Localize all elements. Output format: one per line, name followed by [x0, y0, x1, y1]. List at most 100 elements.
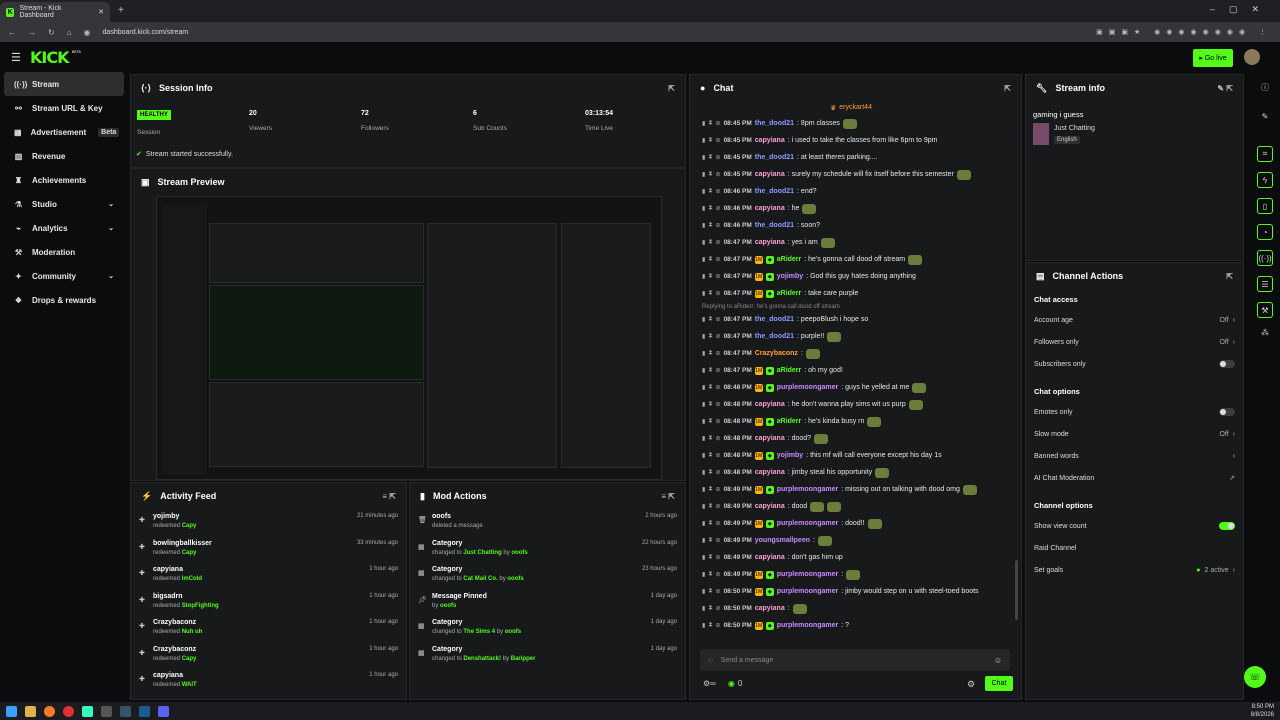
- mod-action-item[interactable]: ▦ Category changed to The Sims 4 by ooofs 1…: [410, 615, 685, 642]
- chat-message[interactable]: ▮ ⧗ ⊘ 08:46 PM the_dood21: soon?: [690, 217, 1015, 234]
- chat-message[interactable]: ▮ ⧗ ⊘ 08:49 PM 1M ◆ purplemoongamer:: [690, 566, 1015, 583]
- chat-message[interactable]: ▮ ⧗ ⊘ 08:47 PM the_dood21: peepoBlush i hope…: [690, 311, 1015, 328]
- sidebar-item-revenue[interactable]: ▥ Revenue: [4, 144, 124, 168]
- ban-icon[interactable]: ⊘: [716, 222, 721, 229]
- kick-logo[interactable]: KICK: [30, 48, 69, 67]
- discord-icon[interactable]: [158, 705, 169, 717]
- ban-icon[interactable]: ⊘: [716, 256, 721, 263]
- send-chat-button[interactable]: Chat: [985, 676, 1013, 691]
- chat-username[interactable]: the_dood21: [755, 188, 794, 195]
- timeout-icon[interactable]: ⧗: [708, 333, 712, 340]
- setting-subscribers-only[interactable]: Subscribers only: [1026, 353, 1243, 375]
- stream-category[interactable]: Just Chatting: [1054, 125, 1095, 132]
- ban-icon[interactable]: ⊘: [716, 435, 721, 442]
- timeout-icon[interactable]: ⧗: [708, 350, 712, 357]
- browser-tab[interactable]: K Stream - Kick Dashboard ✕: [0, 2, 110, 22]
- ban-icon[interactable]: ⊘: [716, 290, 721, 297]
- chat-message[interactable]: ▮ ⧗ ⊘ 08:49 PM capyiana: dood: [690, 498, 1015, 515]
- chevron-down-icon[interactable]: ⌄: [108, 272, 114, 280]
- ban-icon[interactable]: ⊘: [716, 316, 721, 323]
- chat-message[interactable]: ▮ ⧗ ⊘ 08:49 PM capyiana: don't gas him up: [690, 549, 1015, 566]
- chat-username[interactable]: aRiderr: [777, 367, 802, 374]
- ban-icon[interactable]: ⊘: [716, 384, 721, 391]
- ban-icon[interactable]: ⊘: [716, 239, 721, 246]
- setting-banned-words[interactable]: Banned words ›: [1026, 445, 1243, 467]
- chat-username[interactable]: purplemoongamer: [777, 571, 838, 578]
- go-live-button[interactable]: ▸ Go live: [1193, 49, 1233, 67]
- mod-action-item[interactable]: ▦ Category changed to Cat Mail Co. by ooof…: [410, 562, 685, 589]
- sidebar-item-stream-url-key[interactable]: ⚯ Stream URL & Key: [4, 96, 124, 120]
- chat-username[interactable]: capyiana: [755, 469, 785, 476]
- timeout-icon[interactable]: ⧗: [708, 290, 712, 297]
- chat-message[interactable]: ▮ ⧗ ⊘ 08:48 PM capyiana: he don't wanna play…: [690, 396, 1015, 413]
- pin-message-icon[interactable]: ▮: [702, 273, 705, 280]
- ban-icon[interactable]: ⊘: [716, 171, 721, 178]
- chat-message[interactable]: ▮ ⧗ ⊘ 08:48 PM 1M ◆ aRiderr: he's kinda busy r…: [690, 413, 1015, 430]
- chat-username[interactable]: capyiana: [755, 401, 785, 408]
- sidebar-item-studio[interactable]: ⚗ Studio ⌄: [4, 192, 124, 216]
- popout-icon[interactable]: ⇱: [1004, 84, 1011, 93]
- chat-username[interactable]: the_dood21: [755, 333, 794, 340]
- toggle-switch[interactable]: [1219, 522, 1235, 530]
- pin-message-icon[interactable]: ▮: [702, 367, 705, 374]
- chat-message[interactable]: ▮ ⧗ ⊘ 08:49 PM youngsmallpeen:: [690, 532, 1015, 549]
- timeout-icon[interactable]: ⧗: [708, 622, 712, 629]
- sidebar-item-achievements[interactable]: ♜ Achievements: [4, 168, 124, 192]
- chat-username[interactable]: capyiana: [755, 554, 785, 561]
- pin-message-icon[interactable]: ▮: [702, 120, 705, 127]
- pin-message-icon[interactable]: ▮: [702, 537, 705, 544]
- activity-item[interactable]: ✚ bowlingballkisser redeemed Capy 33 minute…: [131, 536, 406, 563]
- close-tab-icon[interactable]: ✕: [98, 8, 104, 16]
- sidebar-item-advertisement[interactable]: ▦ Advertisement Beta: [4, 120, 124, 144]
- pin-message-icon[interactable]: ▮: [702, 239, 705, 246]
- pin-message-icon[interactable]: ▮: [702, 435, 705, 442]
- chat-message[interactable]: ▮ ⧗ ⊘ 08:47 PM capyiana: yes i am: [690, 234, 1015, 251]
- setting-raid-channel[interactable]: Raid Channel: [1026, 537, 1243, 559]
- chat-message[interactable]: ▮ ⧗ ⊘ 08:47 PM Crazybaconz:: [690, 345, 1015, 362]
- chat-username[interactable]: capyiana: [755, 205, 785, 212]
- filter-icon[interactable]: ≡ ⇱: [382, 492, 396, 501]
- url-field[interactable]: dashboard.kick.com/stream: [103, 29, 189, 36]
- pin-message-icon[interactable]: ▮: [702, 316, 705, 323]
- timeout-icon[interactable]: ⧗: [708, 571, 712, 578]
- setting-account-age[interactable]: Account age Off ›: [1026, 309, 1243, 331]
- pin-message-icon[interactable]: ▮: [702, 154, 705, 161]
- chat-username[interactable]: purplemoongamer: [777, 588, 838, 595]
- pin-message-icon[interactable]: ▮: [702, 171, 705, 178]
- ban-icon[interactable]: ⊘: [716, 622, 721, 629]
- chat-username[interactable]: purplemoongamer: [777, 622, 838, 629]
- info-icon[interactable]: ⓘ: [1250, 82, 1280, 96]
- chat-message[interactable]: ▮ ⧗ ⊘ 08:45 PM the_dood21: at least theres p…: [690, 149, 1015, 166]
- sidebar-item-stream[interactable]: ((·)) Stream: [4, 72, 124, 96]
- chat-message[interactable]: ▮ ⧗ ⊘ 08:49 PM 1M ◆ purplemoongamer: dood!!: [690, 515, 1015, 532]
- chat-username[interactable]: aRiderr: [777, 290, 802, 297]
- ban-icon[interactable]: ⊘: [716, 469, 721, 476]
- setting-slow-mode[interactable]: Slow mode Off ›: [1026, 423, 1243, 445]
- timeout-icon[interactable]: ⧗: [708, 520, 712, 527]
- chat-message[interactable]: ▮ ⧗ ⊘ 08:50 PM capyiana:: [690, 600, 1015, 617]
- ban-icon[interactable]: ⊘: [716, 418, 721, 425]
- timeout-icon[interactable]: ⧗: [708, 554, 712, 561]
- pin-message-icon[interactable]: ▮: [702, 188, 705, 195]
- chat-username[interactable]: the_dood21: [755, 120, 794, 127]
- ban-icon[interactable]: ⊘: [716, 571, 721, 578]
- timeout-icon[interactable]: ⧗: [708, 120, 712, 127]
- chat-username[interactable]: capyiana: [755, 171, 785, 178]
- pin-message-icon[interactable]: ▮: [702, 333, 705, 340]
- chevron-down-icon[interactable]: ⌄: [108, 200, 114, 208]
- rail-lightning-icon[interactable]: ϟ: [1257, 172, 1273, 188]
- popout-icon[interactable]: ⇱: [668, 84, 675, 93]
- pin-message-icon[interactable]: ▮: [702, 256, 705, 263]
- chat-message[interactable]: ▮ ⧗ ⊘ 08:50 PM 1M ◆ purplemoongamer: ?: [690, 617, 1015, 634]
- sidebar-item-moderation[interactable]: ⚒ Moderation: [4, 240, 124, 264]
- pin-message-icon[interactable]: ▮: [702, 222, 705, 229]
- timeout-icon[interactable]: ⧗: [708, 605, 712, 612]
- chat-message[interactable]: ▮ ⧗ ⊘ 08:50 PM 1M ◆ purplemoongamer: jimby wou…: [690, 583, 1015, 600]
- pin-message-icon[interactable]: ▮: [702, 137, 705, 144]
- pin-message-icon[interactable]: ▮: [702, 588, 705, 595]
- pin-message-icon[interactable]: ▮: [702, 205, 705, 212]
- chat-message[interactable]: ▮ ⧗ ⊘ 08:47 PM 1M ◆ aRiderr: oh my god!: [690, 362, 1015, 379]
- timeout-icon[interactable]: ⧗: [708, 222, 712, 229]
- ban-icon[interactable]: ⊘: [716, 554, 721, 561]
- pin-message-icon[interactable]: ▮: [702, 384, 705, 391]
